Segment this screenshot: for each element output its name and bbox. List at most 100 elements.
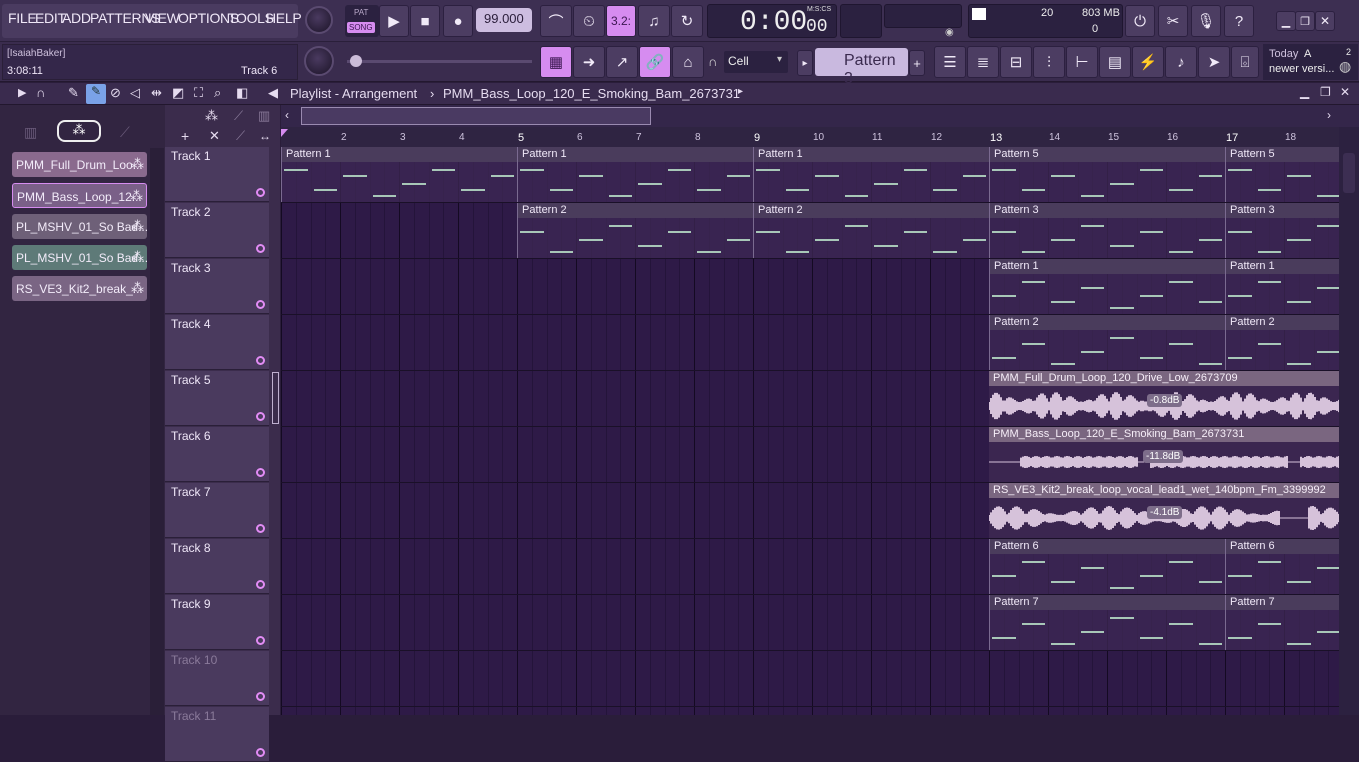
piano-icon[interactable]: ▥ <box>24 124 37 141</box>
audio-clip[interactable]: PMM_Bass_Loop_120_E_Smoking_Bam_2673731 -… <box>989 427 1339 482</box>
track-header[interactable]: Track 4 <box>165 315 269 370</box>
pattern-clip[interactable]: Pattern 1 <box>517 147 753 202</box>
close-button[interactable]: ✕ <box>1315 11 1335 31</box>
resize-icon[interactable]: ↔ <box>259 129 271 143</box>
metronome-button[interactable]: ⌒ <box>540 5 572 37</box>
channel-rack-button[interactable]: ⊟ <box>1000 46 1032 78</box>
pattern-clip[interactable]: Pattern 2 <box>989 315 1225 370</box>
menu-help[interactable]: HELP <box>266 10 302 26</box>
record-button[interactable]: ● <box>443 5 473 37</box>
project-button[interactable]: ▤ <box>1099 46 1131 78</box>
pattern-clip[interactable]: Pattern 5 <box>1225 147 1339 202</box>
track-header[interactable]: Track 5 <box>165 371 269 426</box>
piano-view-icon[interactable]: ▥ <box>258 108 270 124</box>
track-mute-indicator[interactable] <box>256 188 265 197</box>
track-mute-indicator[interactable] <box>256 524 265 533</box>
performance-button[interactable]: ♪ <box>1165 46 1197 78</box>
scroll-left-icon[interactable]: ‹ <box>285 108 289 122</box>
clip-list-item[interactable]: PMM_Full_Drum_Loo... ⁂ <box>12 152 147 177</box>
playlist-view-button[interactable]: ☰ <box>934 46 966 78</box>
clip-list-item[interactable]: RS_VE3_Kit2_break_... ⁂ <box>12 276 147 301</box>
playlist-button[interactable]: ▦ <box>540 46 572 78</box>
clip-list-item[interactable]: PL_MSHV_01_So Bad... ⁂ <box>12 245 147 270</box>
pencil-icon[interactable]: ✎ <box>68 85 79 101</box>
plugin-button[interactable]: ⚡ <box>1132 46 1164 78</box>
store-button[interactable]: ⌺ <box>1231 46 1259 78</box>
track-mute-indicator[interactable] <box>256 412 265 421</box>
master-volume-slider[interactable] <box>347 60 532 63</box>
playlist-menu-arrow-icon[interactable]: ▶ <box>18 86 26 99</box>
track-mute-indicator[interactable] <box>256 580 265 589</box>
master-pitch-knob[interactable] <box>304 46 334 76</box>
pattern-clip[interactable]: Pattern 7 <box>1225 595 1339 650</box>
loop-record-button[interactable]: ↻ <box>671 5 703 37</box>
mixer-button[interactable]: ⫶ <box>1033 46 1065 78</box>
audio-input-button[interactable]: 🎙 <box>1191 5 1221 37</box>
cut-button[interactable]: ✂ <box>1158 5 1188 37</box>
track-header[interactable]: Track 11 <box>165 707 269 762</box>
add-pattern-button[interactable]: + <box>909 50 925 76</box>
playback-icon[interactable]: ◧ <box>236 85 248 101</box>
slice-icon[interactable]: ◩ <box>172 85 184 101</box>
track-header[interactable]: Track 2 <box>165 203 269 258</box>
minimize-button[interactable]: ▁ <box>1276 11 1296 31</box>
pattern-clip[interactable]: Pattern 3 <box>989 203 1225 258</box>
slider-handle[interactable] <box>350 55 362 67</box>
typing-keyboard-button[interactable]: ⌂ <box>672 46 704 78</box>
track-mute-indicator[interactable] <box>256 356 265 365</box>
paint-icon[interactable]: ✎ <box>86 84 106 104</box>
panic-button[interactable]: ⏻ <box>1125 5 1155 37</box>
magnet-snap-icon[interactable]: ∩ <box>36 85 45 100</box>
next-pattern-button[interactable]: ➜ <box>573 46 605 78</box>
step-edit-button[interactable]: ♫ <box>638 5 670 37</box>
piano-roll-button[interactable]: ≣ <box>967 46 999 78</box>
pattern-clip[interactable]: Pattern 5 <box>989 147 1225 202</box>
menu-file[interactable]: FILE <box>8 10 37 26</box>
track-mute-indicator[interactable] <box>256 748 265 757</box>
time-display[interactable]: 0:00 00 M:S:CS <box>707 4 837 38</box>
help-button[interactable]: ? <box>1224 5 1254 37</box>
sidebar-scrollbar[interactable] <box>150 148 164 715</box>
pattern-clip[interactable]: Pattern 3 <box>1225 203 1339 258</box>
pattern-clip[interactable]: Pattern 1 <box>753 147 989 202</box>
track-mute-indicator[interactable] <box>256 300 265 309</box>
timeline-ruler[interactable]: 2 3 4 5 6 7 8 9 10 11 12 13 14 15 16 17 18 <box>281 127 1339 147</box>
add-track-icon[interactable]: + <box>181 128 189 144</box>
automation-view-icon[interactable]: ⟋ <box>234 108 243 124</box>
track-header[interactable]: Track 10 <box>165 651 269 706</box>
pattern-clip[interactable]: Pattern 6 <box>1225 539 1339 594</box>
tempo-display[interactable]: 99.000 <box>476 8 532 32</box>
master-volume-knob[interactable] <box>305 6 333 34</box>
track-header[interactable]: Track 3 <box>165 259 269 314</box>
waveform-view-icon[interactable]: ⁂ <box>205 108 218 124</box>
mute-icon[interactable]: ◁ <box>130 85 140 101</box>
track-mute-indicator[interactable] <box>256 636 265 645</box>
track-header[interactable]: Track 6 <box>165 427 269 482</box>
audio-clip[interactable]: RS_VE3_Kit2_break_loop_vocal_lead1_wet_1… <box>989 483 1339 538</box>
automation-icon[interactable]: ⟋ <box>120 124 130 141</box>
playlist-restore-icon[interactable]: ❐ <box>1320 85 1331 99</box>
link-button[interactable]: 🔗 <box>639 46 671 78</box>
clip-list-item[interactable]: PMM_Bass_Loop_12... ⁂ <box>12 183 147 208</box>
track-header[interactable]: Track 9 <box>165 595 269 650</box>
breadcrumb-arrow-icon[interactable]: ▸ <box>738 86 743 97</box>
glue-button[interactable]: ↗ <box>606 46 638 78</box>
pattern-selector[interactable]: Pattern 3 <box>815 48 908 87</box>
wait-record-button[interactable]: ⏲ <box>573 5 605 37</box>
pattern-prev-button[interactable]: ▸ <box>797 50 813 76</box>
pattern-clip[interactable]: Pattern 1 <box>989 259 1225 314</box>
overview-window[interactable] <box>301 107 651 125</box>
pattern-clip[interactable]: Pattern 1 <box>1225 259 1339 314</box>
pattern-clip[interactable]: Pattern 7 <box>989 595 1225 650</box>
pattern-clip[interactable]: Pattern 2 <box>753 203 989 258</box>
menu-add[interactable]: ADD <box>62 10 91 26</box>
slip-icon[interactable]: ⇹ <box>151 85 162 101</box>
scroll-right-icon[interactable]: › <box>1327 108 1331 122</box>
audio-clips-tab[interactable]: ⁂ <box>57 120 101 142</box>
tool-icon[interactable]: ⟋ <box>236 128 245 144</box>
playlist-close-icon[interactable]: ✕ <box>1340 85 1350 99</box>
play-button[interactable]: ▶ <box>379 5 409 37</box>
news-panel[interactable]: Today A newer versi... 2 ◍ <box>1263 44 1358 80</box>
pat-song-switch[interactable]: PAT SONG <box>345 5 379 37</box>
delete-icon[interactable]: ⊘ <box>110 85 121 101</box>
